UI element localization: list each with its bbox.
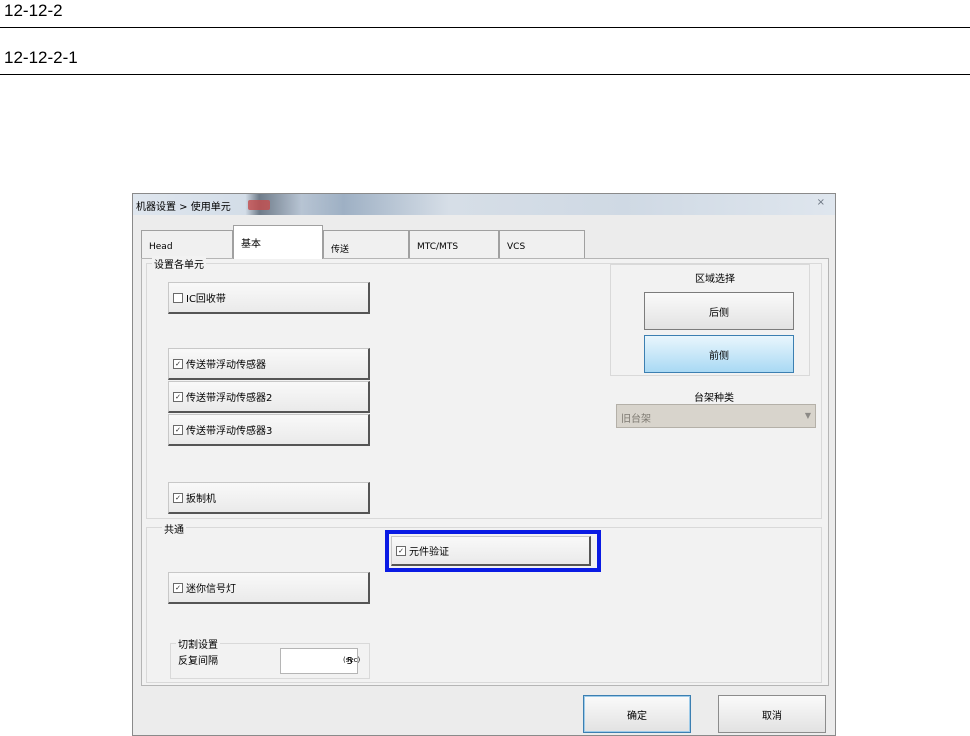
- highlight-box: [385, 530, 601, 572]
- interval-unit-label: (sec): [343, 656, 361, 664]
- unit-clinch[interactable]: ✓ 扳制机: [168, 482, 370, 514]
- unit-ic-recovery-belt[interactable]: IC回收带: [168, 282, 370, 314]
- common-group-label: 共通: [162, 521, 186, 536]
- ok-button[interactable]: 确定: [583, 695, 691, 733]
- doc-heading-subsection: 12-12-2-1: [4, 48, 78, 67]
- mini-signal-light-checkbox[interactable]: ✓: [173, 582, 183, 593]
- tab-vcs[interactable]: VCS: [499, 230, 585, 258]
- conveyor-float-sensor-checkbox[interactable]: ✓: [173, 358, 183, 369]
- tab-content-panel: 设置各单元 IC回收带 ✓ 传送带浮动传感器 ✓ 传送带浮动传感器2 ✓ 传送带…: [141, 256, 829, 686]
- unit-label: IC回收带: [186, 294, 226, 305]
- window-title: 机器设置 > 使用单元: [136, 202, 231, 213]
- ic-recovery-belt-checkbox[interactable]: [173, 292, 183, 303]
- chevron-down-icon[interactable]: ▼: [805, 411, 811, 420]
- rack-type-value: 旧台架: [621, 414, 651, 425]
- zone-label: 区域选择: [695, 274, 735, 285]
- unit-label: 扳制机: [186, 494, 216, 505]
- unit-mini-signal-light[interactable]: ✓ 迷你信号灯: [168, 572, 370, 604]
- rear-side-button[interactable]: 后侧: [644, 292, 794, 330]
- conveyor-float-sensor-2-checkbox[interactable]: ✓: [173, 391, 183, 402]
- tab-mtc-mts[interactable]: MTC/MTS: [409, 230, 499, 258]
- doc-divider: [0, 27, 970, 28]
- conveyor-float-sensor-3-checkbox[interactable]: ✓: [173, 424, 183, 435]
- unit-label: 传送带浮动传感器: [186, 360, 266, 371]
- front-side-button[interactable]: 前侧: [644, 335, 794, 373]
- cut-settings-label: 切割设置: [176, 636, 220, 651]
- unit-conveyor-float-sensor-2[interactable]: ✓ 传送带浮动传感器2: [168, 381, 370, 413]
- unit-conveyor-float-sensor-3[interactable]: ✓ 传送带浮动传感器3: [168, 414, 370, 446]
- tab-head[interactable]: Head: [141, 230, 233, 258]
- doc-divider: [0, 74, 970, 75]
- close-icon[interactable]: ×: [817, 197, 825, 208]
- unit-label: 迷你信号灯: [186, 584, 236, 595]
- title-badge: [248, 200, 270, 210]
- tab-transfer[interactable]: 传送: [323, 230, 409, 258]
- doc-heading-section: 12-12-2: [4, 1, 63, 20]
- unit-label: 传送带浮动传感器3: [186, 426, 273, 437]
- title-bar[interactable]: 机器设置 > 使用单元 ×: [133, 194, 835, 215]
- unit-label: 传送带浮动传感器2: [186, 393, 273, 404]
- machine-settings-dialog: 机器设置 > 使用单元 × Head 基本 传送 MTC/MTS VCS 设置各…: [132, 193, 836, 736]
- rack-type-label: 台架种类: [694, 393, 734, 404]
- units-group-label: 设置各单元: [152, 256, 206, 271]
- tab-basic[interactable]: 基本: [233, 225, 323, 259]
- cancel-button[interactable]: 取消: [718, 695, 826, 733]
- repeat-interval-label: 反复间隔: [178, 656, 218, 667]
- rack-type-select[interactable]: 旧台架 ▼: [616, 404, 816, 428]
- unit-conveyor-float-sensor[interactable]: ✓ 传送带浮动传感器: [168, 348, 370, 380]
- clinch-checkbox[interactable]: ✓: [173, 492, 183, 503]
